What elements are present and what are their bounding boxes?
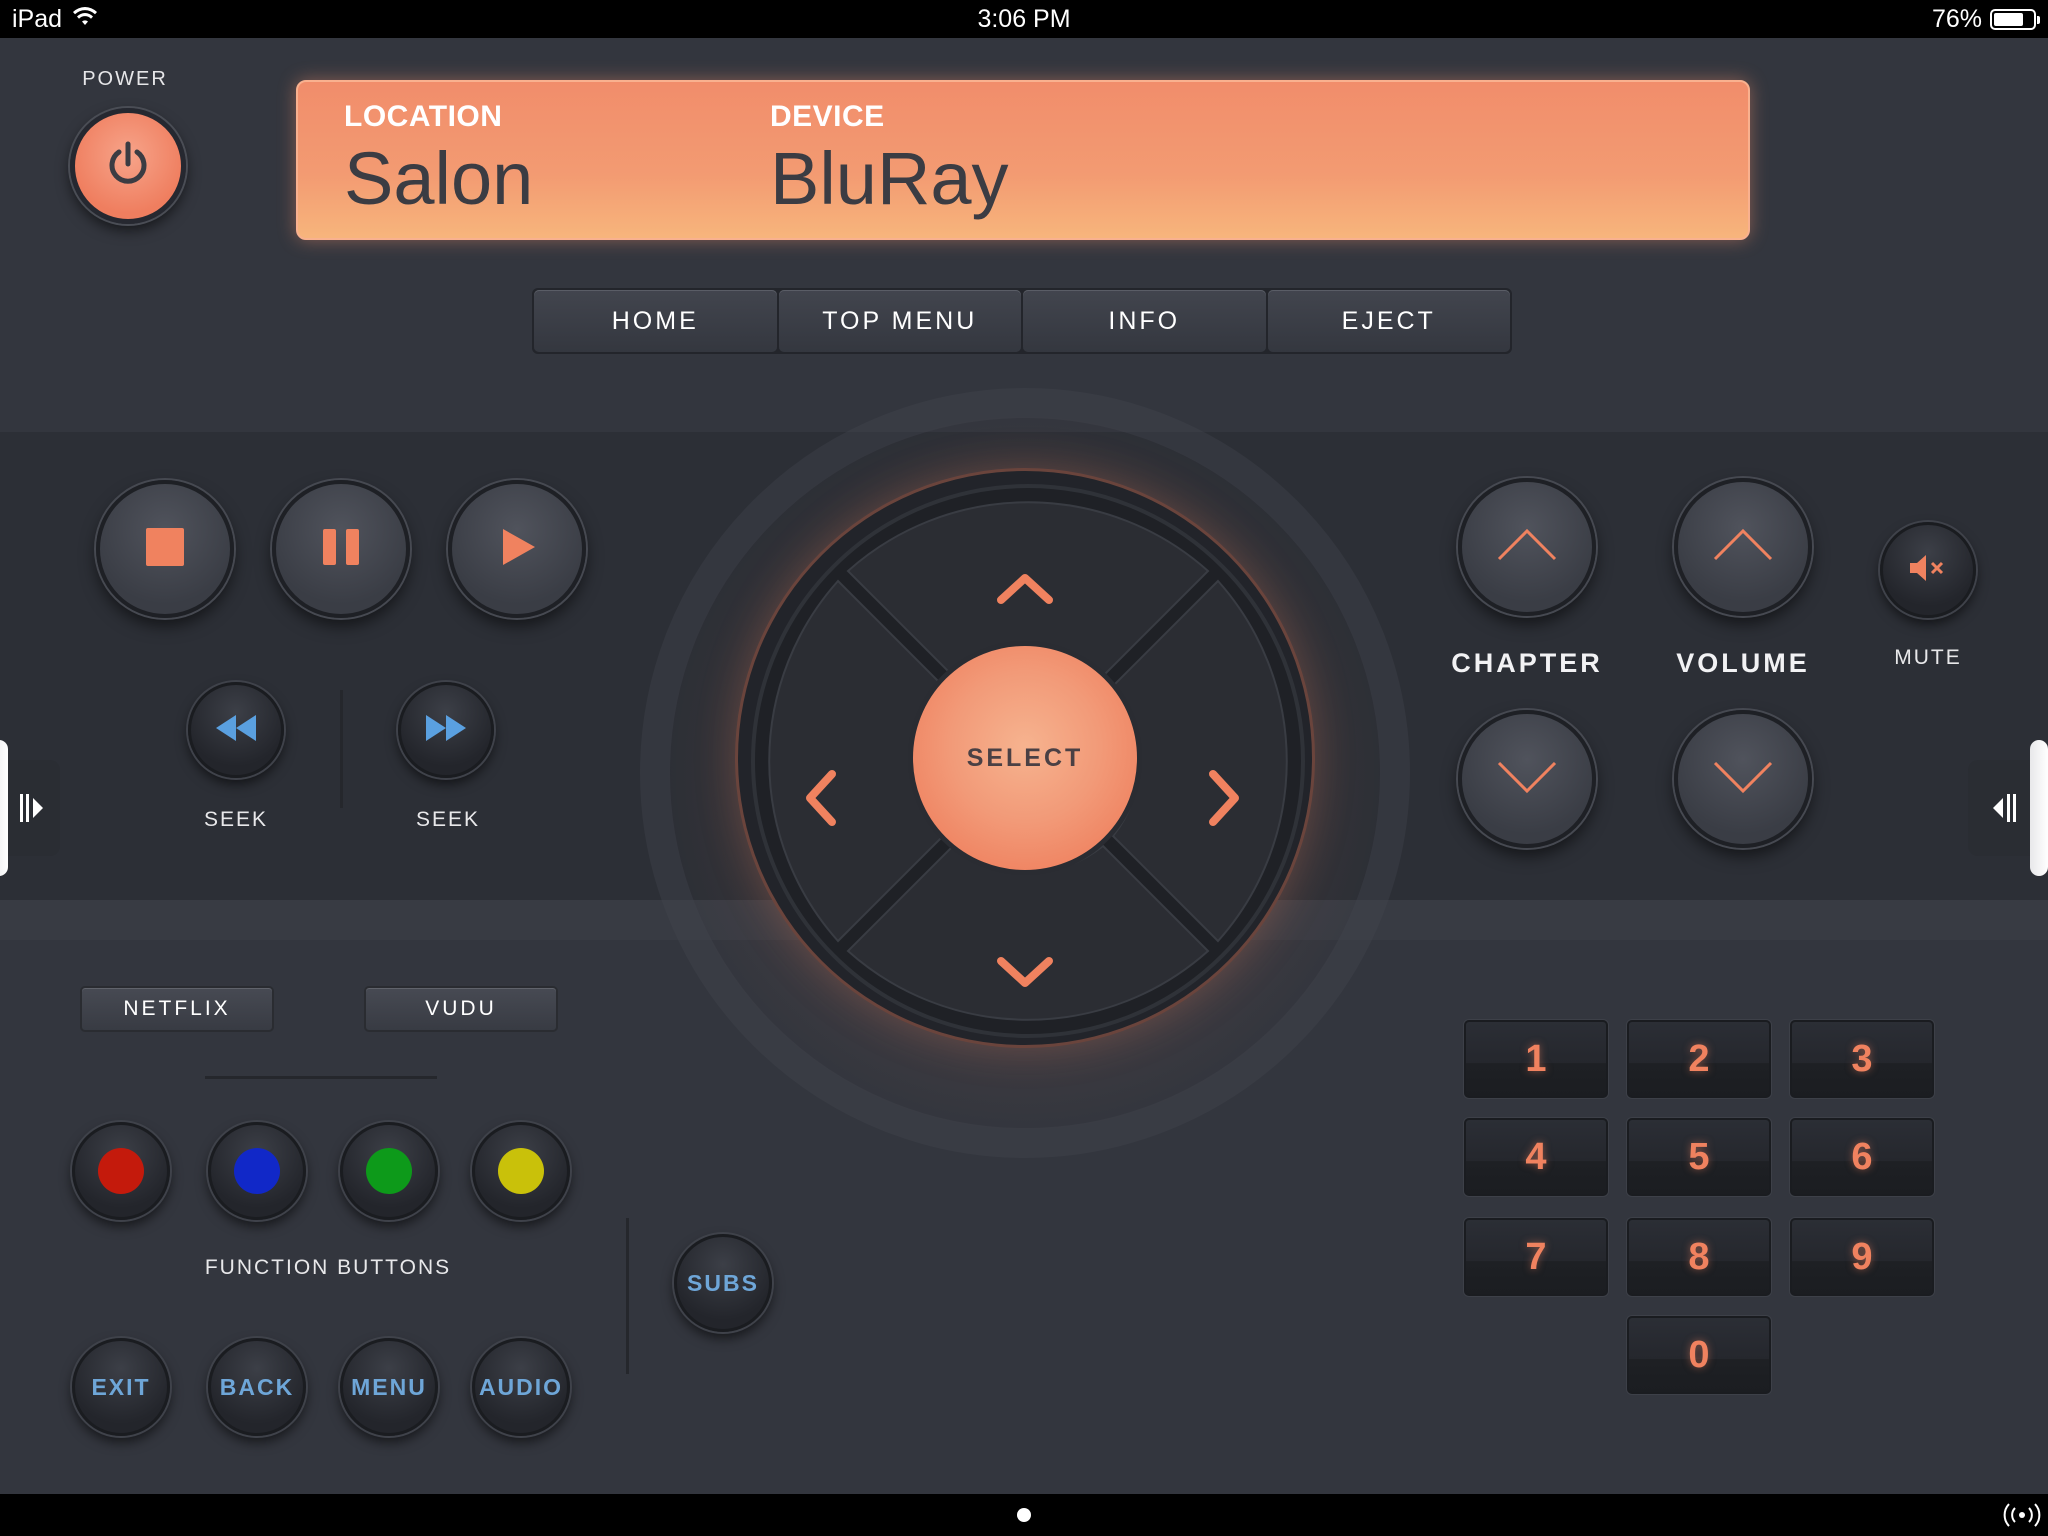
drawer-left-arrow-icon [1992, 790, 2016, 831]
home-button[interactable]: HOME [534, 290, 777, 352]
keypad-4[interactable]: 4 [1464, 1118, 1608, 1196]
device-value: BluRay [770, 137, 1009, 220]
yellow-function-button[interactable] [472, 1122, 570, 1220]
netflix-button[interactable]: NETFLIX [80, 986, 274, 1032]
keypad-6[interactable]: 6 [1790, 1118, 1934, 1196]
mute-label: MUTE [1894, 646, 1962, 669]
chapter-up-button[interactable] [1458, 478, 1596, 616]
battery-icon [1990, 9, 2040, 30]
green-dot-icon [366, 1148, 412, 1194]
back-button[interactable]: BACK [208, 1338, 306, 1436]
keypad-9[interactable]: 9 [1790, 1218, 1934, 1296]
bottom-bar [0, 1494, 2048, 1536]
location-key: LOCATION [344, 100, 503, 133]
audio-button[interactable]: AUDIO [472, 1338, 570, 1436]
chevron-down-icon [1711, 759, 1775, 800]
apps-divider [205, 1076, 437, 1079]
pause-button[interactable] [272, 480, 410, 618]
chevron-right-icon [1205, 770, 1245, 832]
broadcast-icon [2002, 1502, 2042, 1533]
red-function-button[interactable] [72, 1122, 170, 1220]
mute-icon [1908, 553, 1948, 588]
eject-button[interactable]: EJECT [1267, 290, 1510, 352]
subs-button[interactable]: SUBS [674, 1234, 772, 1332]
chevron-up-icon [995, 574, 1055, 612]
volume-down-button[interactable] [1674, 710, 1812, 848]
volume-label: VOLUME [1676, 648, 1810, 678]
keypad-0[interactable]: 0 [1627, 1316, 1771, 1394]
exit-button[interactable]: EXIT [72, 1338, 170, 1436]
mute-button[interactable] [1880, 522, 1976, 618]
keypad-3[interactable]: 3 [1790, 1020, 1934, 1098]
seek-forward-label: SEEK [415, 808, 481, 831]
top-menu-bar: HOME TOP MENU INFO EJECT [532, 288, 1512, 354]
seek-back-button[interactable] [188, 682, 284, 778]
chevron-down-icon [1495, 759, 1559, 800]
seek-divider [340, 690, 343, 808]
page-indicator-dot [1017, 1508, 1031, 1522]
chevron-up-icon [1495, 527, 1559, 568]
volume-up-button[interactable] [1674, 478, 1812, 616]
keypad-1[interactable]: 1 [1464, 1020, 1608, 1098]
yellow-dot-icon [498, 1148, 544, 1194]
vudu-button[interactable]: VUDU [364, 986, 558, 1032]
keypad-7[interactable]: 7 [1464, 1218, 1608, 1296]
stop-button[interactable] [96, 480, 234, 618]
device-key: DEVICE [770, 100, 885, 133]
chevron-left-icon [800, 770, 840, 832]
dpad-up-button[interactable] [995, 568, 1055, 613]
keypad-8[interactable]: 8 [1627, 1218, 1771, 1296]
location-value: Salon [344, 137, 534, 220]
status-display: LOCATION Salon DEVICE BluRay [296, 80, 1750, 240]
chevron-down-icon [995, 957, 1055, 997]
remote-app: POWER LOCATION Salon DEVICE BluRay HOME … [0, 38, 2048, 1494]
dpad-left-button[interactable] [800, 768, 840, 833]
blue-dot-icon [234, 1148, 280, 1194]
seek-forward-button[interactable] [398, 682, 494, 778]
left-drawer-handle[interactable] [0, 740, 60, 876]
stop-icon [145, 527, 185, 572]
battery-percent: 76% [1931, 5, 1982, 33]
subs-label: SUBS [687, 1269, 759, 1296]
menu-button[interactable]: MENU [340, 1338, 438, 1436]
keypad-5[interactable]: 5 [1627, 1118, 1771, 1196]
chapter-label: CHAPTER [1451, 648, 1603, 678]
pause-icon [321, 527, 361, 572]
power-label: POWER [82, 68, 168, 90]
dpad-right-button[interactable] [1205, 768, 1245, 833]
function-buttons-label: FUNCTION BUTTONS [204, 1256, 452, 1279]
power-icon [102, 138, 154, 195]
green-function-button[interactable] [340, 1122, 438, 1220]
fast-forward-icon [424, 713, 468, 748]
chevron-up-icon [1711, 527, 1775, 568]
status-time: 3:06 PM [977, 5, 1071, 33]
power-button[interactable] [70, 108, 186, 224]
info-button[interactable]: INFO [1023, 290, 1266, 352]
menu-label: MENU [351, 1373, 427, 1400]
top-menu-button[interactable]: TOP MENU [778, 290, 1021, 352]
back-label: BACK [219, 1373, 295, 1400]
status-bar: iPad 3:06 PM 76% [0, 0, 2048, 38]
drawer-right-arrow-icon [20, 790, 44, 831]
play-icon [497, 527, 537, 572]
select-button[interactable]: SELECT [908, 641, 1142, 875]
blue-function-button[interactable] [208, 1122, 306, 1220]
right-drawer-handle[interactable] [1968, 740, 2048, 876]
chapter-down-button[interactable] [1458, 710, 1596, 848]
seek-back-label: SEEK [203, 808, 269, 831]
audio-label: AUDIO [478, 1373, 564, 1400]
exit-label: EXIT [91, 1373, 151, 1400]
keypad-2[interactable]: 2 [1627, 1020, 1771, 1098]
play-button[interactable] [448, 480, 586, 618]
dpad-down-button[interactable] [995, 953, 1055, 998]
red-dot-icon [98, 1148, 144, 1194]
subs-divider [626, 1218, 629, 1374]
rewind-icon [214, 713, 258, 748]
